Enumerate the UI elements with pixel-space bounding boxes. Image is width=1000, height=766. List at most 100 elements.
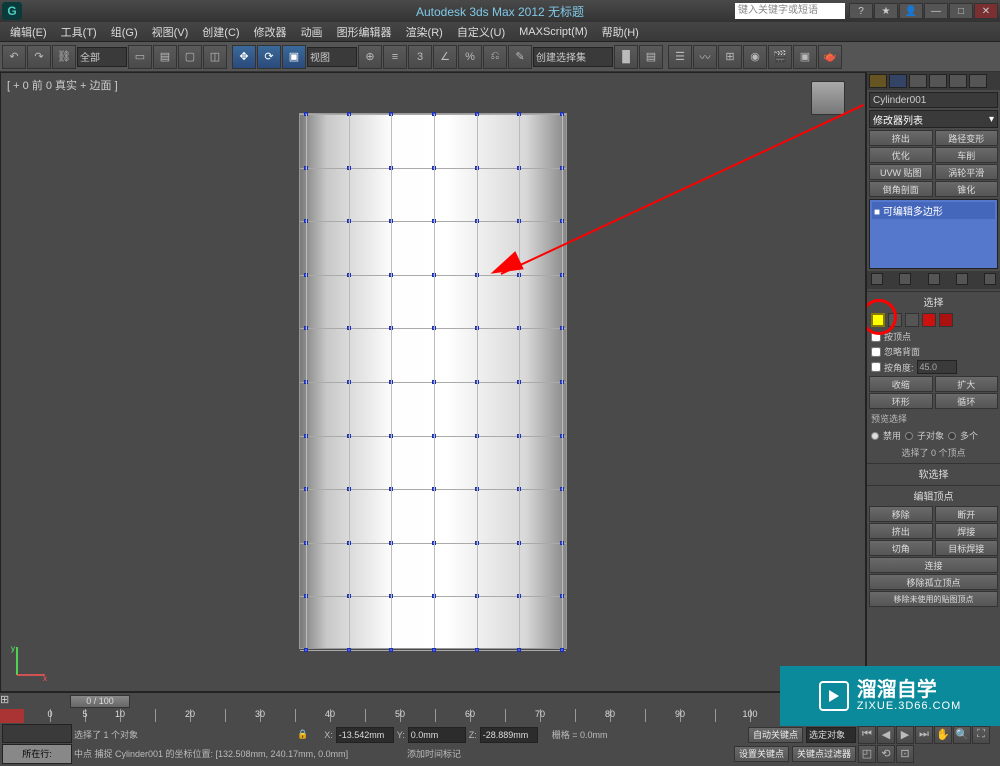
tab-display[interactable] (949, 74, 967, 88)
snap-icon[interactable]: 3 (408, 45, 432, 69)
menu-modifier[interactable]: 修改器 (248, 24, 293, 40)
mod-btn-optimize[interactable]: 优化 (869, 147, 933, 163)
play-icon[interactable]: ▶ (896, 726, 914, 744)
add-time-tag[interactable]: 添加时间标记 (407, 747, 461, 760)
nav-orbit-icon[interactable]: ⟲ (877, 745, 895, 763)
object-name-field[interactable]: Cylinder001 (869, 92, 998, 108)
scale-icon[interactable]: ▣ (282, 45, 306, 69)
remove-unused-map-button[interactable]: 移除未使用的贴图顶点 (869, 591, 998, 607)
script-mini-listener[interactable] (2, 724, 72, 743)
vertex-dot[interactable] (517, 648, 521, 652)
by-angle-checkbox[interactable] (871, 362, 881, 372)
subobj-element-button[interactable] (939, 313, 953, 327)
remove-iso-button[interactable]: 移除孤立顶点 (869, 574, 998, 590)
menu-view[interactable]: 视图(V) (146, 24, 195, 40)
select-name-icon[interactable]: ▤ (153, 45, 177, 69)
ring-button[interactable]: 环形 (869, 393, 933, 409)
extrude-button[interactable]: 挤出 (869, 523, 933, 539)
angle-snap-icon[interactable]: ∠ (433, 45, 457, 69)
mod-btn-bevelprof[interactable]: 倒角剖面 (869, 181, 933, 197)
autokey-button[interactable]: 自动关键点 (748, 727, 803, 743)
grow-button[interactable]: 扩大 (935, 376, 999, 392)
selection-filter-dropdown[interactable]: 全部 (77, 47, 127, 67)
tab-create[interactable] (869, 74, 887, 88)
menu-anim[interactable]: 动画 (295, 24, 329, 40)
render-icon[interactable]: 🫖 (818, 45, 842, 69)
mirror-icon[interactable]: ▐▌ (614, 45, 638, 69)
time-slider-thumb[interactable]: 0 / 100 (70, 695, 130, 708)
material-icon[interactable]: ◉ (743, 45, 767, 69)
edit-sel-icon[interactable]: ✎ (508, 45, 532, 69)
spinner-snap-icon[interactable]: ⎌ (483, 45, 507, 69)
angle-spinner[interactable]: 45.0 (917, 360, 957, 374)
configure-sets-icon[interactable] (984, 273, 996, 285)
key-filter-dropdown[interactable]: 选定对象 (806, 727, 856, 743)
search-input[interactable]: 键入关键字或短语 (735, 3, 845, 19)
keyfilter-button[interactable]: 关键点过滤器 (792, 746, 856, 762)
curve-editor-icon[interactable]: 〰 (693, 45, 717, 69)
make-unique-icon[interactable] (928, 273, 940, 285)
radio-subobj[interactable] (905, 432, 913, 440)
tab-modify[interactable] (889, 74, 907, 88)
lock-selection-icon[interactable]: 🔒 (297, 729, 308, 740)
ignore-backfacing-checkbox[interactable] (871, 347, 881, 357)
rollout-softsel[interactable]: 软选择 (867, 463, 1000, 483)
undo-icon[interactable]: ↶ (2, 45, 26, 69)
mod-btn-extrude[interactable]: 挤出 (869, 130, 933, 146)
vertex-dot[interactable] (560, 648, 564, 652)
setkey-button[interactable]: 设置关键点 (734, 746, 789, 762)
menu-tools[interactable]: 工具(T) (55, 24, 103, 40)
menu-create[interactable]: 创建(C) (196, 24, 245, 40)
render-setup-icon[interactable]: 🎬 (768, 45, 792, 69)
lock-icon[interactable]: ≡ (383, 45, 407, 69)
layer-icon[interactable]: ☰ (668, 45, 692, 69)
menu-edit[interactable]: 编辑(E) (4, 24, 53, 40)
nav-zoom-icon[interactable]: 🔍 (953, 726, 971, 744)
play-fwd-icon[interactable]: ⏭ (915, 726, 933, 744)
viewcube-icon[interactable] (811, 81, 845, 115)
connect-button[interactable]: 连接 (869, 557, 998, 573)
viewport[interactable]: [ + 0 前 0 真实 + 边面 ] y x (0, 72, 866, 692)
break-button[interactable]: 断开 (935, 506, 999, 522)
target-weld-button[interactable]: 目标焊接 (935, 540, 999, 556)
coord-x-field[interactable]: -13.542mm (336, 727, 394, 743)
render-frame-icon[interactable]: ▣ (793, 45, 817, 69)
vertex-dot[interactable] (304, 648, 308, 652)
vertex-dot[interactable] (475, 648, 479, 652)
coord-z-field[interactable]: -28.889mm (480, 727, 538, 743)
mod-btn-lathe[interactable]: 车削 (935, 147, 999, 163)
menu-maxscript[interactable]: MAXScript(M) (513, 26, 593, 38)
named-selection-dropdown[interactable]: 创建选择集 (533, 47, 613, 67)
select-region-icon[interactable]: ▢ (178, 45, 202, 69)
remove-mod-icon[interactable] (956, 273, 968, 285)
favorite-icon[interactable]: ★ (874, 3, 898, 19)
cylinder-mesh[interactable] (299, 113, 567, 649)
radio-multi[interactable] (948, 432, 956, 440)
line-indicator-button[interactable]: 所在行: (2, 744, 72, 764)
modifier-list-dropdown[interactable]: 修改器列表▾ (869, 110, 998, 128)
link-icon[interactable]: ⛓ (52, 45, 76, 69)
tab-hierarchy[interactable] (909, 74, 927, 88)
nav-fov-icon[interactable]: ◰ (858, 745, 876, 763)
help-icon[interactable]: ? (849, 3, 873, 19)
rotate-icon[interactable]: ⟳ (257, 45, 281, 69)
nav-zoom-ext-icon[interactable]: ⛶ (972, 726, 990, 744)
window-crossing-icon[interactable]: ◫ (203, 45, 227, 69)
select-icon[interactable]: ▭ (128, 45, 152, 69)
shrink-button[interactable]: 收缩 (869, 376, 933, 392)
nav-max-icon[interactable]: ⊡ (896, 745, 914, 763)
mod-btn-uvw[interactable]: UVW 贴图 (869, 164, 933, 180)
pivot-icon[interactable]: ⊕ (358, 45, 382, 69)
subobj-vertex-button[interactable] (871, 313, 885, 327)
pin-stack-icon[interactable] (871, 273, 883, 285)
mod-btn-pathdeform[interactable]: 路径变形 (935, 130, 999, 146)
signin-icon[interactable]: 👤 (899, 3, 923, 19)
show-end-result-icon[interactable] (899, 273, 911, 285)
coord-y-field[interactable]: 0.0mm (408, 727, 466, 743)
remove-button[interactable]: 移除 (869, 506, 933, 522)
percent-snap-icon[interactable]: % (458, 45, 482, 69)
vertex-dot[interactable] (347, 648, 351, 652)
menu-render[interactable]: 渲染(R) (400, 24, 449, 40)
loop-button[interactable]: 循环 (935, 393, 999, 409)
weld-button[interactable]: 焊接 (935, 523, 999, 539)
